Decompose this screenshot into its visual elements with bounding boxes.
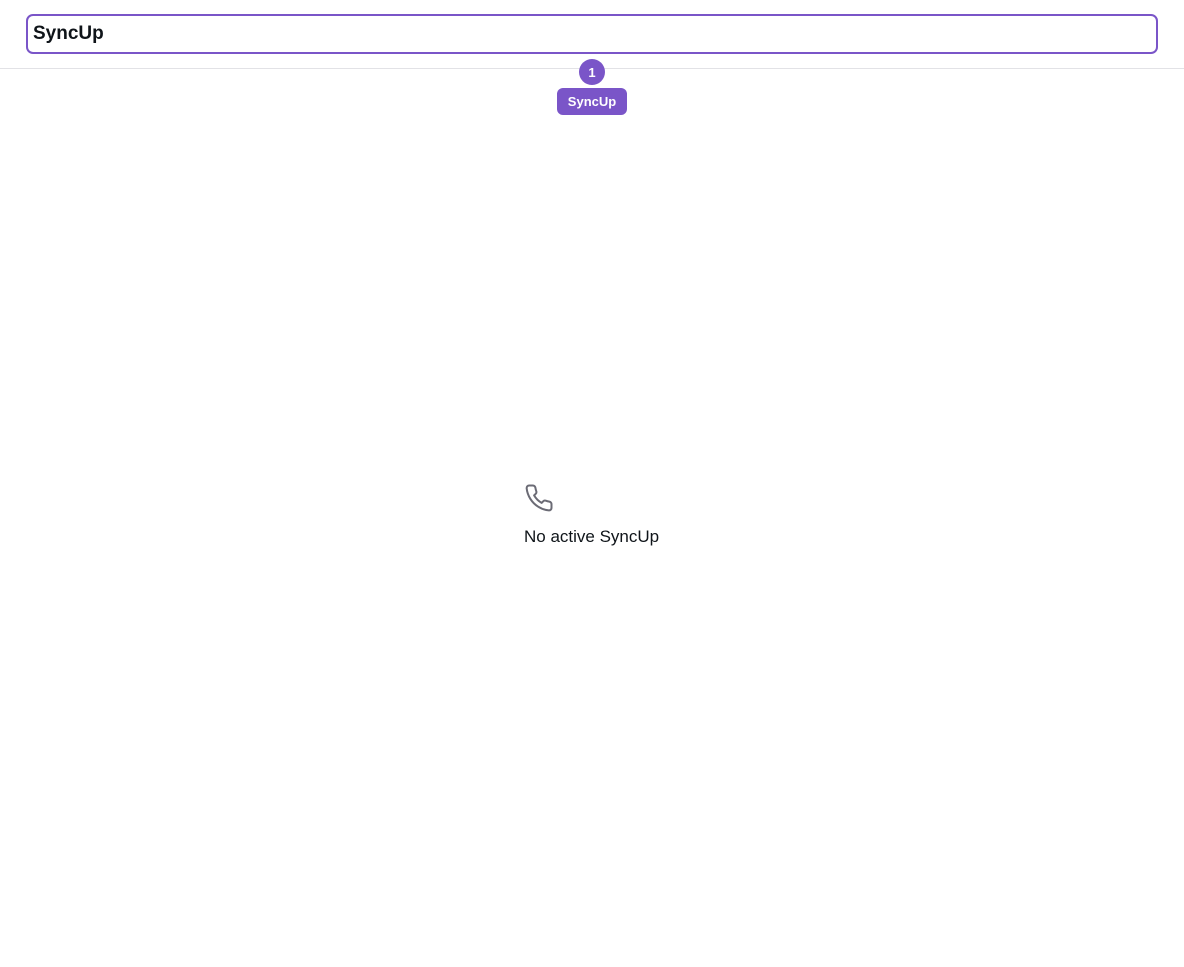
- step-number-badge: 1: [579, 59, 605, 85]
- empty-state: No active SyncUp: [524, 483, 724, 547]
- step-label-badge: SyncUp: [557, 88, 627, 115]
- phone-icon: [524, 483, 554, 513]
- empty-state-message: No active SyncUp: [524, 527, 660, 546]
- title-input[interactable]: [26, 14, 1158, 54]
